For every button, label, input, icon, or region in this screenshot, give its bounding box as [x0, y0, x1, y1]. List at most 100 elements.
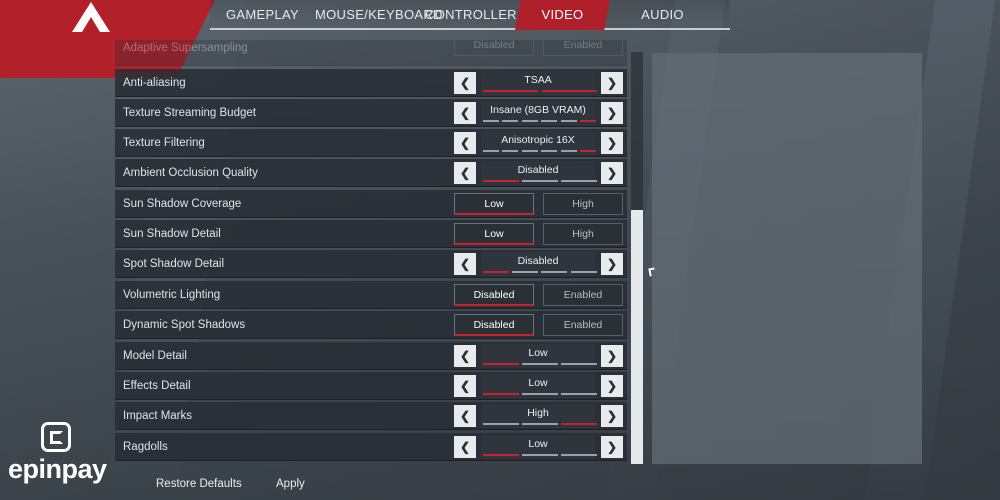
option-enabled[interactable]: Enabled — [543, 284, 623, 306]
setting-row-ragdolls: Ragdolls ❮ Low ❯ — [115, 433, 627, 461]
level-indicator — [483, 271, 597, 274]
level-segment — [542, 90, 597, 92]
level-segment — [561, 393, 597, 395]
chevron-right-icon[interactable]: ❯ — [601, 72, 623, 94]
option-disabled[interactable]: Disabled — [454, 314, 534, 336]
chevron-left-icon[interactable]: ❮ — [454, 132, 476, 154]
level-segment — [561, 180, 597, 182]
setting-label: Anti-aliasing — [123, 77, 186, 89]
setting-row-sun-shadow-detail: Sun Shadow Detail Low High — [115, 220, 627, 248]
level-indicator — [483, 454, 597, 457]
setting-row-impact-marks: Impact Marks ❮ High ❯ — [115, 402, 627, 430]
scrollbar-thumb[interactable] — [631, 210, 643, 464]
level-segment — [483, 90, 538, 92]
top-nav: GAMEPLAY MOUSE/KEYBOARD CONTROLLER VIDEO… — [210, 0, 730, 30]
setting-label: Sun Shadow Detail — [123, 228, 221, 240]
level-segment — [502, 150, 518, 152]
setting-label: Ragdolls — [123, 441, 168, 453]
level-indicator — [483, 120, 597, 123]
chevron-right-icon[interactable]: ❯ — [601, 436, 623, 458]
tab-controller[interactable]: CONTROLLER — [425, 0, 517, 30]
restore-defaults-button[interactable]: Restore Defaults — [156, 478, 242, 490]
watermark-text: epinpay — [8, 454, 107, 484]
chevron-left-icon[interactable]: ❮ — [454, 102, 476, 124]
setting-row-texture-streaming-budget: Texture Streaming Budget ❮ Insane (8GB V… — [115, 99, 627, 127]
settings-list: Adaptive Supersampling Disabled Enabled … — [115, 40, 627, 465]
apex-logo-icon — [72, 2, 110, 32]
level-segment — [522, 363, 558, 365]
level-indicator — [483, 423, 597, 426]
level-indicator — [483, 90, 597, 93]
chevron-right-icon[interactable]: ❯ — [601, 162, 623, 184]
level-segment — [483, 271, 509, 273]
tab-gameplay[interactable]: GAMEPLAY — [210, 0, 315, 30]
level-segment — [483, 150, 499, 152]
level-segment — [561, 150, 577, 152]
setting-row-texture-filtering: Texture Filtering ❮ Anisotropic 16X ❯ — [115, 129, 627, 157]
setting-label: Impact Marks — [123, 410, 193, 422]
level-segment — [522, 393, 558, 395]
chevron-left-icon[interactable]: ❮ — [454, 253, 476, 275]
chevron-left-icon[interactable]: ❮ — [454, 72, 476, 94]
level-indicator — [483, 363, 597, 366]
level-segment — [580, 150, 596, 152]
option-low[interactable]: Low — [454, 223, 534, 245]
level-segment — [541, 271, 567, 273]
setting-row-volumetric-lighting: Volumetric Lighting Disabled Enabled — [115, 281, 627, 309]
chevron-right-icon[interactable]: ❯ — [601, 132, 623, 154]
setting-row-ambient-occlusion-quality: Ambient Occlusion Quality ❮ Disabled ❯ — [115, 159, 627, 187]
option-enabled[interactable]: Enabled — [543, 40, 623, 56]
setting-row-anti-aliasing: Anti-aliasing ❮ TSAA ❯ — [115, 69, 627, 97]
tab-mouse-keyboard[interactable]: MOUSE/KEYBOARD — [315, 0, 442, 30]
tab-video[interactable]: VIDEO — [515, 0, 610, 30]
level-indicator — [483, 393, 597, 396]
setting-row-spot-shadow-detail: Spot Shadow Detail ❮ Disabled ❯ — [115, 250, 627, 278]
option-high[interactable]: High — [543, 193, 623, 215]
option-disabled[interactable]: Disabled — [454, 40, 534, 56]
level-segment — [522, 180, 558, 182]
setting-row-dynamic-spot-shadows: Dynamic Spot Shadows Disabled Enabled — [115, 311, 627, 339]
setting-row-adaptive-supersampling: Adaptive Supersampling Disabled Enabled — [115, 40, 627, 66]
epinpay-logo-icon — [41, 422, 71, 452]
tab-audio[interactable]: AUDIO — [610, 0, 715, 30]
chevron-right-icon[interactable]: ❯ — [601, 345, 623, 367]
apply-button[interactable]: Apply — [276, 478, 305, 490]
option-high[interactable]: High — [543, 223, 623, 245]
level-indicator — [483, 180, 597, 183]
chevron-right-icon[interactable]: ❯ — [601, 102, 623, 124]
level-segment — [483, 120, 499, 122]
setting-label: Sun Shadow Coverage — [123, 198, 242, 210]
chevron-left-icon[interactable]: ❮ — [454, 405, 476, 427]
chevron-right-icon[interactable]: ❯ — [601, 405, 623, 427]
setting-row-effects-detail: Effects Detail ❮ Low ❯ — [115, 372, 627, 400]
chevron-left-icon[interactable]: ❮ — [454, 162, 476, 184]
option-disabled[interactable]: Disabled — [454, 284, 534, 306]
level-segment — [561, 454, 597, 456]
level-segment — [522, 454, 558, 456]
level-segment — [561, 120, 577, 122]
setting-row-model-detail: Model Detail ❮ Low ❯ — [115, 342, 627, 370]
chevron-left-icon[interactable]: ❮ — [454, 436, 476, 458]
level-segment — [580, 120, 596, 122]
level-segment — [483, 454, 519, 456]
option-enabled[interactable]: Enabled — [543, 314, 623, 336]
chevron-right-icon[interactable]: ❯ — [601, 375, 623, 397]
setting-label: Spot Shadow Detail — [123, 258, 225, 270]
mouse-cursor-icon — [648, 267, 656, 277]
description-panel — [652, 53, 922, 464]
level-segment — [502, 120, 518, 122]
chevron-right-icon[interactable]: ❯ — [601, 253, 623, 275]
level-segment — [522, 120, 538, 122]
level-segment — [483, 363, 519, 365]
level-indicator — [483, 150, 597, 153]
setting-label: Dynamic Spot Shadows — [123, 319, 246, 331]
setting-label: Texture Streaming Budget — [123, 107, 256, 119]
setting-label: Ambient Occlusion Quality — [123, 167, 258, 179]
chevron-left-icon[interactable]: ❮ — [454, 375, 476, 397]
option-low[interactable]: Low — [454, 193, 534, 215]
setting-label: Effects Detail — [123, 380, 191, 392]
chevron-left-icon[interactable]: ❮ — [454, 345, 476, 367]
setting-row-sun-shadow-coverage: Sun Shadow Coverage Low High — [115, 190, 627, 218]
level-segment — [541, 150, 557, 152]
setting-label: Adaptive Supersampling — [123, 42, 248, 54]
